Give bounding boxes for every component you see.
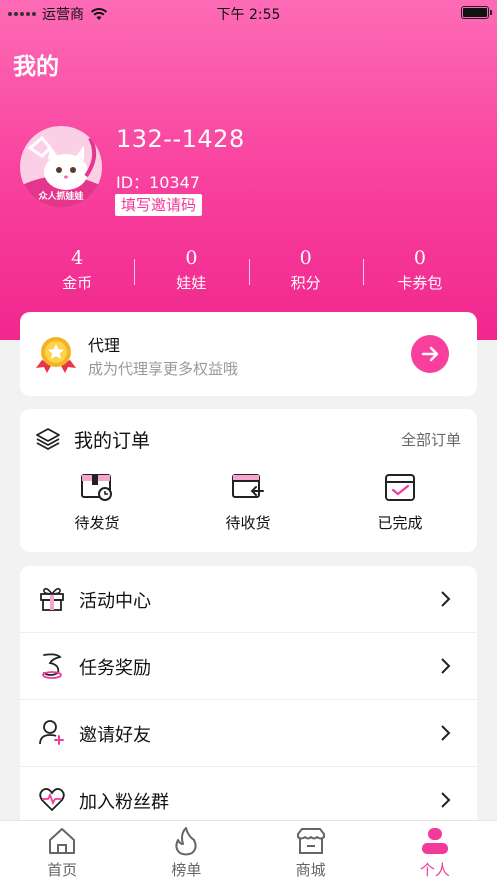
heart-pulse-icon: [39, 788, 65, 812]
avatar[interactable]: 众人抓娃娃: [20, 126, 102, 208]
layers-icon: [36, 428, 60, 450]
stat-value: 0: [299, 247, 312, 269]
tab-label: 榜单: [171, 861, 202, 879]
calendar-check-icon: [385, 474, 415, 501]
tab-ranking[interactable]: 榜单: [124, 821, 248, 883]
menu-label: 邀请好友: [79, 725, 151, 746]
page-title: 我的: [13, 54, 59, 80]
stat-label: 金币: [62, 274, 93, 292]
order-label: 待收货: [225, 514, 271, 532]
stat-value: 0: [185, 247, 198, 269]
chevron-right-icon: [441, 725, 451, 741]
stat-value: 0: [413, 247, 426, 269]
tab-label: 首页: [47, 861, 78, 879]
stat-coins[interactable]: 4 金币: [20, 247, 134, 297]
order-pending-shipment[interactable]: 待发货: [42, 471, 152, 533]
agent-title: 代理: [88, 336, 121, 355]
menu-item-invite-friends[interactable]: 邀请好友: [20, 700, 477, 767]
order-pending-receipt[interactable]: 待收货: [193, 471, 303, 533]
status-bar: 运营商 下午 2:55: [0, 0, 497, 26]
stat-value: 4: [71, 247, 84, 269]
order-label: 已完成: [377, 514, 423, 532]
home-icon: [49, 828, 76, 854]
tab-profile[interactable]: 个人: [373, 821, 497, 883]
order-completed[interactable]: 已完成: [345, 471, 455, 533]
arrow-right-icon: [421, 346, 439, 362]
add-user-icon: [39, 720, 64, 745]
tab-bar: 首页 榜单 商城 个人: [0, 820, 497, 883]
tab-home[interactable]: 首页: [0, 821, 124, 883]
stat-label: 卡券包: [397, 274, 443, 292]
tab-label: 商城: [295, 861, 326, 879]
box-clock-icon: [81, 474, 112, 501]
menu-label: 活动中心: [79, 591, 151, 612]
order-label: 待发货: [74, 514, 120, 532]
all-orders-link[interactable]: 全部订单: [401, 429, 461, 450]
menu-label: 任务奖励: [79, 658, 151, 679]
tab-label: 个人: [419, 861, 450, 879]
stat-dolls[interactable]: 0 娃娃: [134, 247, 248, 297]
task-icon: [42, 653, 62, 679]
stat-points[interactable]: 0 积分: [248, 247, 363, 297]
menu-card: 活动中心 任务奖励 邀请好友 加入粉丝群: [20, 566, 477, 836]
menu-item-activity-center[interactable]: 活动中心: [20, 566, 477, 633]
agent-card[interactable]: 代理 成为代理享更多权益哦: [20, 312, 477, 396]
invite-code-button[interactable]: 填写邀请码: [115, 194, 203, 216]
gift-icon: [40, 587, 64, 611]
agent-arrow-button[interactable]: [411, 335, 449, 373]
person-icon: [421, 828, 448, 854]
menu-item-task-rewards[interactable]: 任务奖励: [20, 633, 477, 700]
user-id: ID：10347: [116, 173, 200, 192]
chevron-right-icon: [441, 591, 451, 607]
agent-subtitle: 成为代理享更多权益哦: [88, 360, 239, 378]
box-return-icon: [232, 474, 264, 498]
tab-shop[interactable]: 商城: [249, 821, 373, 883]
status-time: 下午 2:55: [216, 7, 281, 23]
orders-title: 我的订单: [74, 430, 151, 452]
battery-icon: [461, 6, 492, 19]
stat-label: 娃娃: [176, 274, 207, 292]
chevron-right-icon: [441, 792, 451, 808]
chevron-right-icon: [441, 658, 451, 674]
stat-coupons[interactable]: 0 卡券包: [362, 247, 477, 297]
stats-row: 4 金币 0 娃娃 0 积分 0 卡券包: [20, 247, 477, 297]
stat-label: 积分: [290, 274, 321, 292]
user-phone: 132--1428: [116, 125, 245, 153]
flame-icon: [175, 827, 197, 856]
avatar-badge: 众人抓娃娃: [38, 192, 84, 202]
orders-card: 我的订单 全部订单 待发货 待收货 已完成: [20, 409, 477, 552]
shop-icon: [296, 828, 325, 854]
menu-label: 加入粉丝群: [79, 792, 169, 813]
medal-icon: [36, 337, 76, 373]
